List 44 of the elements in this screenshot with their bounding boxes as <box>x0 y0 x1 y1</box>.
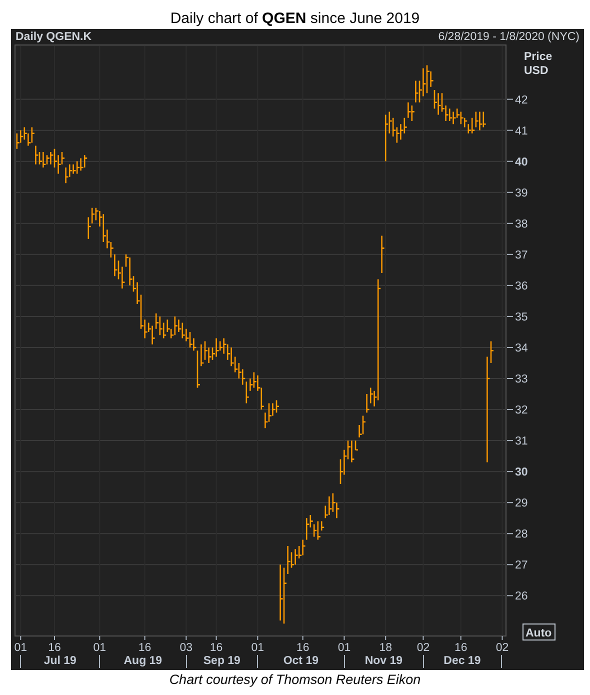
y-axis-label: 36 <box>514 280 528 292</box>
month-label: Sep 19 <box>203 655 240 668</box>
x-axis-label: 16 <box>209 642 222 654</box>
auto-button[interactable] <box>522 624 555 640</box>
x-axis-label: 01 <box>14 642 27 654</box>
y-axis-label: 27 <box>514 560 528 572</box>
month-label: Aug 19 <box>124 655 162 668</box>
x-axis-label: 02 <box>495 642 508 654</box>
x-axis-label: 01 <box>337 642 350 654</box>
instrument-label: Daily QGEN.K <box>16 30 92 44</box>
y-axis-label: 26 <box>514 590 528 603</box>
x-axis-label: 16 <box>48 642 60 654</box>
y-axis-label: 35 <box>514 311 528 324</box>
x-axis-label: 16 <box>296 642 309 654</box>
x-axis-label: 01 <box>92 642 106 654</box>
x-axis-label: 02 <box>416 642 430 654</box>
y-axis-label: 42 <box>514 94 528 106</box>
y-axis-label: 30 <box>514 466 528 479</box>
month-label: Dec 19 <box>444 655 481 668</box>
date-range: 6/28/2019 - 1/8/2020 (NYC) <box>438 30 580 44</box>
chart-title: Daily chart of QGEN since June 2019 <box>170 9 420 29</box>
x-axis-label: 01 <box>250 642 264 654</box>
y-axis-label: 38 <box>514 218 528 230</box>
y-axis-label: 41 <box>514 125 528 138</box>
y-axis-label: 40 <box>514 156 528 168</box>
x-axis-label: 18 <box>378 642 392 654</box>
x-axis-label: 16 <box>138 642 151 654</box>
auto-button-label[interactable]: Auto <box>525 628 552 640</box>
axis-unit-label: Price <box>524 51 552 63</box>
axis-unit-label: USD <box>524 65 548 77</box>
month-label: Jul 19 <box>44 655 76 668</box>
y-axis-label: 37 <box>514 249 528 262</box>
y-axis-label: 32 <box>514 404 528 417</box>
y-axis-label: 33 <box>514 374 528 386</box>
y-axis-label: 39 <box>514 187 528 200</box>
chart-caption: Chart courtesy of Thomson Reuters Eikon <box>169 672 421 687</box>
month-label: Nov 19 <box>364 655 403 668</box>
x-axis-label: 03 <box>179 642 192 654</box>
y-axis-label: 31 <box>514 436 528 448</box>
month-label: Oct 19 <box>283 655 318 668</box>
y-axis-label: 29 <box>514 498 528 510</box>
y-axis-label: 34 <box>514 342 528 354</box>
y-axis-label: 28 <box>514 528 528 541</box>
x-axis-label: 16 <box>454 642 467 654</box>
